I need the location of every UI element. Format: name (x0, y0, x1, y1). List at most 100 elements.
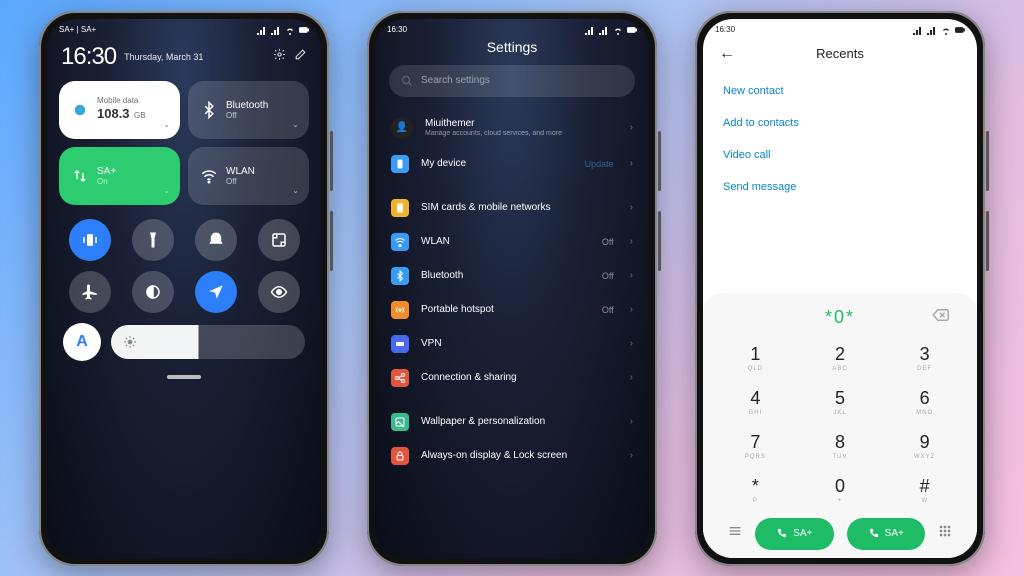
key-*[interactable]: *P (713, 468, 798, 512)
share-icon (391, 369, 409, 387)
edit-icon[interactable] (294, 48, 307, 66)
brightness-slider[interactable] (111, 325, 305, 359)
back-icon[interactable]: ← (719, 45, 735, 63)
signal-icon (257, 25, 267, 35)
row-connection-sharing[interactable]: Connection & sharing› (375, 361, 649, 395)
menu-video-call[interactable]: Video call (703, 139, 977, 171)
bluetooth-icon (200, 101, 218, 119)
row-account[interactable]: 👤 Miuithemer Manage accounts, cloud serv… (375, 109, 649, 147)
key-letters: QLD (713, 366, 798, 374)
key-letters: JKL (798, 410, 883, 418)
toggle-vibrate[interactable] (69, 219, 111, 261)
dialpad-toggle-icon[interactable] (931, 523, 959, 544)
tile-sub: On (97, 177, 116, 186)
key-letters: + (798, 498, 883, 506)
wifi-icon (613, 25, 623, 35)
row-portable-hotspot[interactable]: Portable hotspotOff› (375, 293, 649, 327)
key-5[interactable]: 5JKL (798, 380, 883, 424)
tile-sim[interactable]: SA+ On ⌄ (59, 147, 180, 205)
tile-wlan[interactable]: WLAN Off ⌄ (188, 147, 309, 205)
chevron-right-icon: › (630, 158, 633, 169)
call-button-sim2[interactable]: SA+ (847, 518, 926, 550)
toggle-flashlight[interactable] (132, 219, 174, 261)
status-time: 16:30 (715, 25, 735, 34)
lock-icon (391, 447, 409, 465)
key-letters: GHI (713, 410, 798, 418)
row-label: WLAN (421, 236, 590, 247)
drag-handle[interactable] (167, 375, 201, 379)
backspace-button[interactable] (931, 306, 949, 329)
signal-icon (271, 25, 281, 35)
tile-label: Bluetooth (226, 100, 268, 111)
key-letters: P (713, 498, 798, 506)
data-arrows-icon (71, 167, 89, 185)
row-label: Connection & sharing (421, 372, 618, 383)
tile-label: Mobile data (97, 96, 146, 105)
tile-bluetooth[interactable]: Bluetooth Off ⌄ (188, 81, 309, 139)
quick-toggles (47, 205, 321, 317)
device-icon (391, 155, 409, 173)
key-8[interactable]: 8TUV (798, 424, 883, 468)
row-label: SIM cards & mobile networks (421, 202, 618, 213)
row-sim-cards-mobile-networks[interactable]: SIM cards & mobile networks › (375, 191, 649, 225)
status-bar: 16:30 (703, 19, 977, 37)
key-9[interactable]: 9WXYZ (882, 424, 967, 468)
call-button-sim1[interactable]: SA+ (755, 518, 834, 550)
tile-sub: Off (226, 177, 255, 186)
chevron-right-icon: › (630, 202, 633, 213)
sim-icon (391, 199, 409, 217)
number-display-row: *0* (713, 303, 967, 336)
key-6[interactable]: 6MNO (882, 380, 967, 424)
key-digit: 6 (882, 388, 967, 409)
row-wallpaper-personalization[interactable]: Wallpaper & personalization› (375, 405, 649, 439)
tile-mobile-data[interactable]: Mobile data 108.3 GB ⌄ (59, 81, 180, 139)
key-#[interactable]: #W (882, 468, 967, 512)
key-letters: MNO (882, 410, 967, 418)
key-4[interactable]: 4GHI (713, 380, 798, 424)
search-input[interactable]: Search settings (389, 65, 635, 97)
key-letters: DEF (882, 366, 967, 374)
toggle-airplane[interactable] (69, 271, 111, 313)
chevron-right-icon: › (630, 122, 633, 133)
toggle-darkmode[interactable] (132, 271, 174, 313)
key-1[interactable]: 1QLD (713, 336, 798, 380)
tile-value: 108.3 (97, 106, 130, 121)
row-wlan[interactable]: WLANOff› (375, 225, 649, 259)
menu-icon[interactable] (721, 523, 749, 544)
key-digit: * (713, 476, 798, 497)
update-badge: Update (585, 159, 614, 169)
account-name: Miuithemer (425, 118, 474, 129)
toggle-screenshot[interactable] (258, 219, 300, 261)
key-7[interactable]: 7PQRS (713, 424, 798, 468)
row-label: Wallpaper & personalization (421, 416, 618, 427)
toggle-location[interactable] (195, 271, 237, 313)
wifi-icon (941, 25, 951, 35)
toggle-auto-brightness[interactable]: A (63, 323, 101, 361)
key-3[interactable]: 3DEF (882, 336, 967, 380)
quick-tiles: Mobile data 108.3 GB ⌄ Bluetooth Off ⌄ (47, 81, 321, 205)
row-my-device[interactable]: My device Update › (375, 147, 649, 181)
row-bluetooth[interactable]: BluetoothOff› (375, 259, 649, 293)
menu-add-to-contacts[interactable]: Add to contacts (703, 107, 977, 139)
key-0[interactable]: 0+ (798, 468, 883, 512)
settings-icon[interactable] (273, 48, 286, 66)
battery-icon (627, 25, 637, 35)
key-digit: 0 (798, 476, 883, 497)
menu-new-contact[interactable]: New contact (703, 75, 977, 107)
toggle-dnd[interactable] (195, 219, 237, 261)
brightness-icon (123, 335, 137, 349)
settings-list: SIM cards & mobile networks › WLANOff›Blue… (375, 191, 649, 395)
status-bar: SA+ | SA+ (47, 19, 321, 37)
divider (840, 523, 841, 545)
key-digit: 1 (713, 344, 798, 365)
row-vpn[interactable]: VPN› (375, 327, 649, 361)
key-digit: 9 (882, 432, 967, 453)
search-icon (401, 75, 413, 87)
toggle-eye[interactable] (258, 271, 300, 313)
dialer-header: ← Recents (703, 37, 977, 71)
menu-send-message[interactable]: Send message (703, 171, 977, 203)
screen: 16:30 ← Recents New contactAdd to contac… (703, 19, 977, 558)
key-2[interactable]: 2ABC (798, 336, 883, 380)
row-always-on-display-lock-screen[interactable]: Always-on display & Lock screen› (375, 439, 649, 473)
clock-date: Thursday, March 31 (124, 52, 203, 62)
